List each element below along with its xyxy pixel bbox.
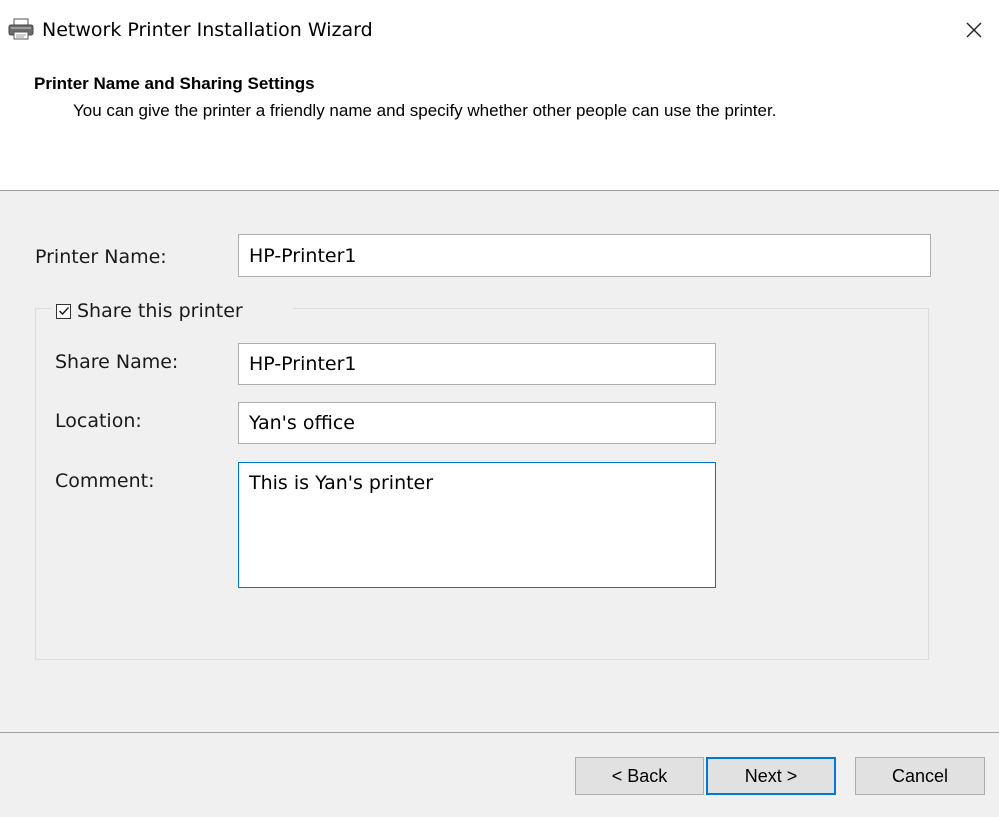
next-button[interactable]: Next > bbox=[706, 757, 836, 795]
window-title: Network Printer Installation Wizard bbox=[42, 19, 373, 41]
comment-label: Comment: bbox=[55, 470, 155, 492]
location-label: Location: bbox=[55, 410, 142, 432]
page-subtitle: You can give the printer a friendly name… bbox=[73, 101, 777, 120]
location-field[interactable] bbox=[238, 402, 716, 444]
share-name-label: Share Name: bbox=[55, 351, 179, 373]
checkmark-icon bbox=[58, 306, 69, 316]
close-icon bbox=[966, 22, 982, 38]
close-button[interactable] bbox=[949, 0, 999, 60]
printer-name-label: Printer Name: bbox=[35, 246, 167, 268]
share-checkbox[interactable] bbox=[56, 303, 71, 319]
share-checkbox-label: Share this printer bbox=[77, 300, 243, 322]
comment-field[interactable]: This is Yan's printer bbox=[238, 462, 716, 588]
footer-divider bbox=[0, 732, 999, 733]
title-bar: Network Printer Installation Wizard bbox=[0, 0, 999, 60]
wizard-header: Printer Name and Sharing Settings You ca… bbox=[0, 60, 999, 191]
share-name-field[interactable] bbox=[238, 343, 716, 385]
back-button[interactable]: < Back bbox=[575, 757, 704, 795]
share-checkbox-row[interactable]: Share this printer bbox=[52, 296, 293, 326]
printer-name-field[interactable] bbox=[238, 234, 931, 277]
cancel-button[interactable]: Cancel bbox=[855, 757, 985, 795]
wizard-window: Network Printer Installation Wizard Prin… bbox=[0, 0, 999, 817]
printer-icon bbox=[8, 18, 34, 40]
page-title: Printer Name and Sharing Settings bbox=[34, 74, 315, 93]
